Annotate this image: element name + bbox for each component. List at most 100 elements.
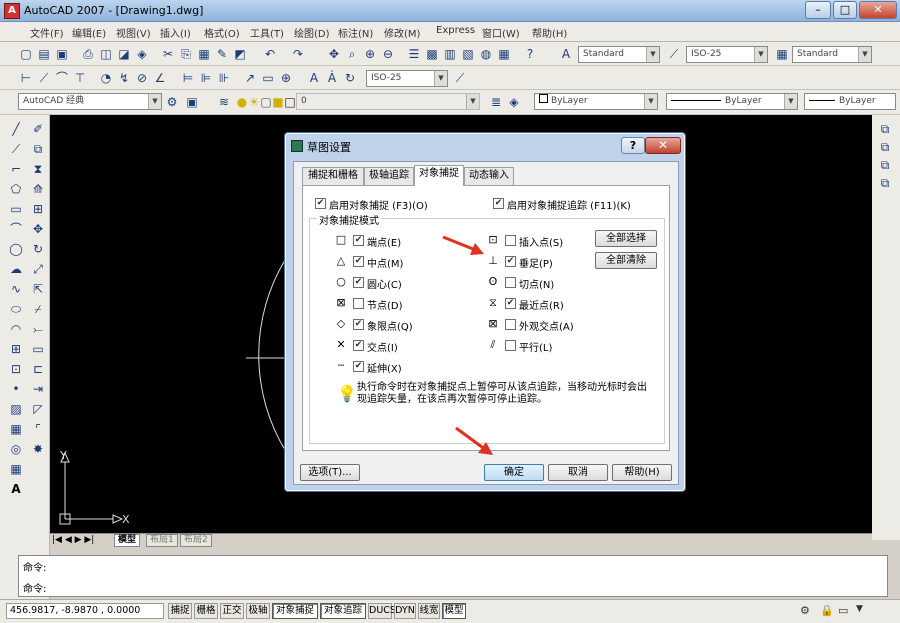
radius-icon[interactable]: ◔ [98, 70, 114, 86]
color-select[interactable]: ByLayer ▼ [534, 93, 658, 110]
ellipse-arc-icon[interactable]: ◠ [8, 321, 24, 337]
arc-length-icon[interactable]: ⌒ [54, 70, 70, 86]
ducs-toggle[interactable]: DUCS [368, 603, 396, 619]
osnap-mode-checkbox[interactable] [505, 340, 516, 351]
clear-all-button[interactable]: 全部清除 [595, 252, 657, 269]
ellipse-icon[interactable]: ⬭ [8, 301, 24, 317]
tab-model[interactable]: 模型 [114, 534, 141, 547]
angular-icon[interactable]: ∠ [152, 70, 168, 86]
trim-icon[interactable]: ⌿ [30, 301, 46, 317]
dim-style-icon[interactable]: ⟋ [666, 46, 682, 62]
table-style-icon[interactable]: ▦ [774, 46, 790, 62]
undo-icon[interactable]: ↶ [262, 46, 278, 62]
help-button[interactable]: 帮助(H) [612, 464, 672, 481]
select-all-button[interactable]: 全部选择 [595, 230, 657, 247]
osnap-mode-checkbox[interactable]: ✔ [353, 319, 364, 330]
line-icon[interactable]: ╱ [8, 121, 24, 137]
command-window[interactable]: 命令: 命令: [18, 555, 888, 597]
osnap-mode-checkbox[interactable]: ✔ [353, 340, 364, 351]
osnap-mode-checkbox[interactable]: ✔ [353, 361, 364, 372]
offset-icon[interactable]: ⟰ [30, 181, 46, 197]
autocad-app-icon[interactable]: A [4, 3, 20, 19]
rectangle-icon[interactable]: ▭ [8, 201, 24, 217]
communication-center-icon[interactable]: ⚙ [800, 604, 810, 617]
ok-button[interactable]: 确定 [484, 464, 544, 481]
polar-toggle[interactable]: 极轴 [246, 603, 270, 619]
dyn-toggle[interactable]: DYN [394, 603, 416, 619]
workspace-select[interactable]: AutoCAD 经典 ▼ [18, 93, 162, 110]
tab-navigation-arrows[interactable]: |◀ ◀ ▶ ▶| [52, 535, 94, 545]
layer-previous-icon[interactable]: ◈ [506, 94, 522, 110]
menu-express[interactable]: Express [436, 25, 475, 36]
tab-layout2[interactable]: 布局2 [180, 534, 212, 547]
save-icon[interactable]: ▣ [54, 46, 70, 62]
snap-toggle[interactable]: 捕捉 [168, 603, 192, 619]
sheet-set-icon[interactable]: ▧ [460, 46, 476, 62]
break-icon[interactable]: ⊏ [30, 361, 46, 377]
publish-icon[interactable]: ◪ [116, 46, 132, 62]
zoom-previous-icon[interactable]: ⊖ [380, 46, 396, 62]
enable-osnap-checkbox[interactable]: ✔ [315, 198, 326, 209]
ortho-toggle[interactable]: 正交 [220, 603, 244, 619]
dimension-update-icon[interactable]: ↻ [342, 70, 358, 86]
block-editor-icon[interactable]: ◩ [232, 46, 248, 62]
tool-palettes-icon[interactable]: ▥ [442, 46, 458, 62]
osnap-mode-checkbox[interactable] [505, 277, 516, 288]
osnap-mode-checkbox[interactable]: ✔ [353, 277, 364, 288]
menu-draw[interactable]: 绘图(D) [294, 25, 330, 40]
menu-edit[interactable]: 编辑(E) [72, 25, 106, 40]
erase-icon[interactable]: ✐ [30, 121, 46, 137]
make-current-layer-icon[interactable]: ≣ [488, 94, 504, 110]
pan-icon[interactable]: ✥ [326, 46, 342, 62]
model-toggle[interactable]: 模型 [442, 603, 466, 619]
construction-line-icon[interactable]: ⟋ [8, 141, 24, 157]
baseline-icon[interactable]: ⊫ [198, 70, 214, 86]
close-button[interactable]: ✕ [859, 1, 897, 19]
options-button[interactable]: 选项(T)... [300, 464, 360, 481]
calculator-icon[interactable]: ▦ [496, 46, 512, 62]
command-prompt[interactable]: 命令: [23, 580, 46, 595]
cancel-button[interactable]: 取消 [548, 464, 608, 481]
menu-view[interactable]: 视图(V) [116, 25, 151, 40]
rotate-icon[interactable]: ↻ [30, 241, 46, 257]
join-icon[interactable]: ⇥ [30, 381, 46, 397]
tolerance-icon[interactable]: ▭ [260, 70, 276, 86]
osnap-mode-checkbox[interactable]: ✔ [505, 256, 516, 267]
explode-icon[interactable]: ✸ [30, 441, 46, 457]
design-center-icon[interactable]: ▩ [424, 46, 440, 62]
menu-tools[interactable]: 工具(T) [250, 25, 284, 40]
dimension-text-edit-icon[interactable]: Ȧ [324, 70, 340, 86]
polyline-icon[interactable]: ⌐ [8, 161, 24, 177]
fillet-icon[interactable]: ⌜ [30, 421, 46, 437]
scale-icon[interactable]: ⤢ [30, 261, 46, 277]
diameter-icon[interactable]: ⊘ [134, 70, 150, 86]
bring-forward-icon[interactable]: ⧉ [877, 139, 893, 155]
tab-polar-tracking[interactable]: 极轴追踪 [364, 167, 414, 185]
copy-icon[interactable]: ⎘ [178, 46, 194, 62]
table-icon[interactable]: ▦ [8, 461, 24, 477]
tab-layout1[interactable]: 布局1 [146, 534, 178, 547]
lineweight-toggle[interactable]: 线宽 [418, 603, 440, 619]
quick-dimension-icon[interactable]: ⊨ [180, 70, 196, 86]
dialog-help-button[interactable]: ? [621, 137, 645, 154]
menu-window[interactable]: 窗口(W) [482, 25, 520, 40]
menu-help[interactable]: 帮助(H) [532, 25, 567, 40]
status-menu-icon[interactable]: ▼ [856, 604, 863, 614]
clean-screen-icon[interactable]: ▭ [838, 604, 848, 617]
redo-icon[interactable]: ↷ [290, 46, 306, 62]
text-style-icon[interactable]: A [558, 46, 574, 62]
markup-icon[interactable]: ◍ [478, 46, 494, 62]
array-icon[interactable]: ⊞ [30, 201, 46, 217]
osnap-mode-checkbox[interactable] [505, 235, 516, 246]
multiline-text-icon[interactable]: A [8, 481, 24, 497]
linetype-select[interactable]: ByLayer ▼ [666, 93, 798, 110]
spline-icon[interactable]: ∿ [8, 281, 24, 297]
move-icon[interactable]: ✥ [30, 221, 46, 237]
open-icon[interactable]: ▤ [36, 46, 52, 62]
help-icon[interactable]: ? [522, 46, 538, 62]
restore-button[interactable]: □ [833, 1, 857, 19]
revision-cloud-icon[interactable]: ☁ [8, 261, 24, 277]
text-style-select[interactable]: Standard ▼ [578, 46, 660, 63]
lineweight-select[interactable]: ByLayer [804, 93, 896, 110]
jogged-icon[interactable]: ↯ [116, 70, 132, 86]
